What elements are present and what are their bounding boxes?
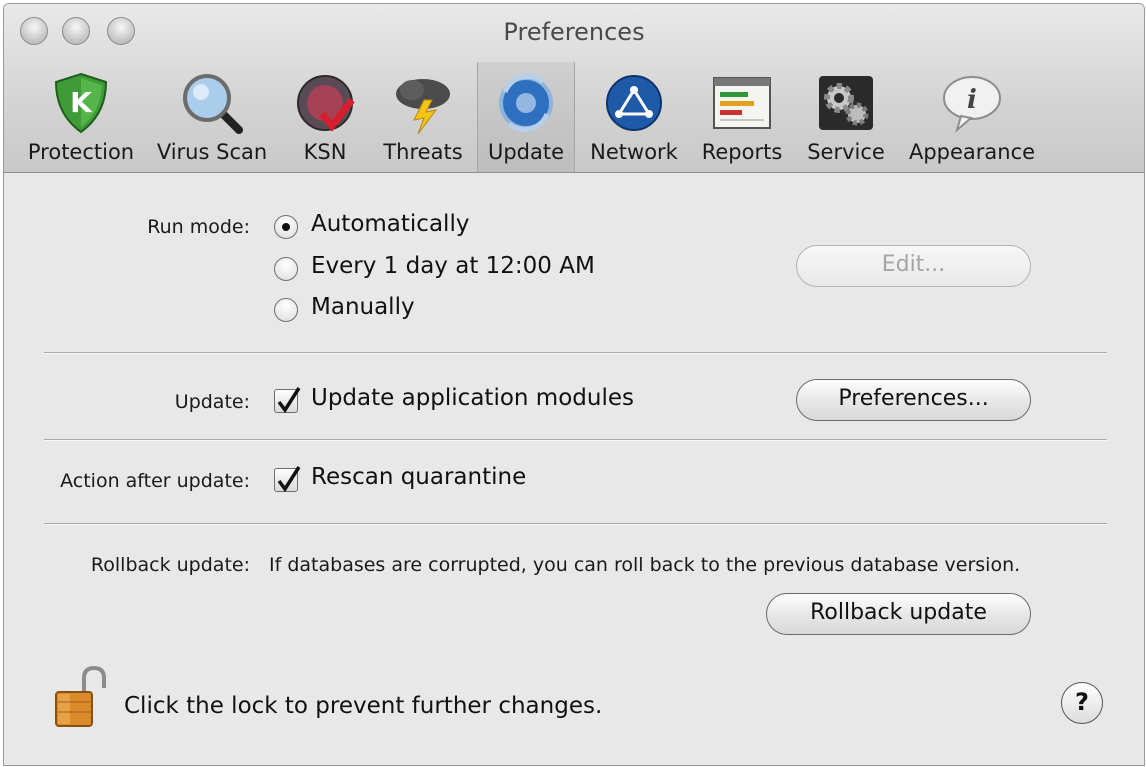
svg-text:i: i [967,85,977,115]
preferences-window: Preferences K Protection Virus Scan KSN … [3,3,1145,766]
info-bubble-icon: i [943,76,1001,133]
run-mode-manually-label[interactable]: Manually [311,294,415,320]
storm-cloud-icon [396,79,450,135]
rollback-description: If databases are corrupted, you can roll… [269,554,1021,576]
toolbar-item-ksn[interactable]: KSN [287,62,363,172]
toolbar-label-network: Network [590,140,678,164]
run-mode-scheduled-radio[interactable] [274,257,298,281]
toolbar-item-network[interactable]: Network [582,62,686,172]
action-after-update-label: Action after update: [60,470,250,492]
help-button[interactable]: ? [1061,682,1103,724]
rescan-quarantine-checkbox[interactable] [274,466,301,493]
shield-k-icon: K [54,72,108,134]
toolbar-item-virus-scan[interactable]: Virus Scan [152,62,272,172]
update-globe-icon [499,73,553,133]
separator [44,352,1107,354]
reports-icon [713,77,771,129]
update-modules-label[interactable]: Update application modules [311,385,634,411]
lock-message: Click the lock to prevent further change… [124,693,603,719]
toolbar-label-appearance: Appearance [908,140,1036,164]
update-label: Update: [174,391,250,413]
lock-icon[interactable] [52,664,110,730]
update-modules-checkbox[interactable] [274,387,301,414]
magnifier-icon [183,74,243,134]
toolbar-item-update[interactable]: Update [477,62,575,172]
toolbar-item-protection[interactable]: K Protection [16,62,146,172]
ksn-globe-icon [297,75,355,132]
rescan-quarantine-label[interactable]: Rescan quarantine [311,464,526,490]
toolbar-item-threats[interactable]: Threats [378,62,468,172]
run-mode-automatically-radio[interactable] [274,215,298,239]
toolbar-label-reports: Reports [701,140,783,164]
toolbar-label-update: Update [487,140,565,164]
gears-icon [819,76,873,130]
run-mode-scheduled-label[interactable]: Every 1 day at 12:00 AM [311,253,595,279]
toolbar-label-virus-scan: Virus Scan [156,140,268,164]
toolbar-item-reports[interactable]: Reports [694,62,790,172]
checkmark-icon [277,387,301,414]
title-bar: Preferences K Protection Virus Scan KSN … [4,4,1144,173]
toolbar-label-service: Service [807,140,885,164]
rollback-label: Rollback update: [90,554,250,576]
run-mode-manually-radio[interactable] [274,298,298,322]
separator [44,439,1107,441]
toolbar-label-protection: Protection [27,140,135,164]
run-mode-automatically-label[interactable]: Automatically [311,211,469,237]
update-preferences-button[interactable]: Preferences... [796,379,1031,421]
run-mode-label: Run mode: [147,216,250,238]
edit-schedule-button[interactable]: Edit... [796,245,1031,287]
toolbar-label-threats: Threats [383,140,463,164]
network-globe-icon [606,75,662,131]
checkmark-icon [277,466,301,493]
window-title: Preferences [503,18,645,46]
toolbar-label-ksn: KSN [303,140,347,164]
toolbar-item-appearance[interactable]: i Appearance [902,62,1042,172]
svg-text:K: K [70,86,93,119]
rollback-update-button[interactable]: Rollback update [766,593,1031,635]
separator [44,523,1107,525]
toolbar-item-service[interactable]: Service [800,62,892,172]
